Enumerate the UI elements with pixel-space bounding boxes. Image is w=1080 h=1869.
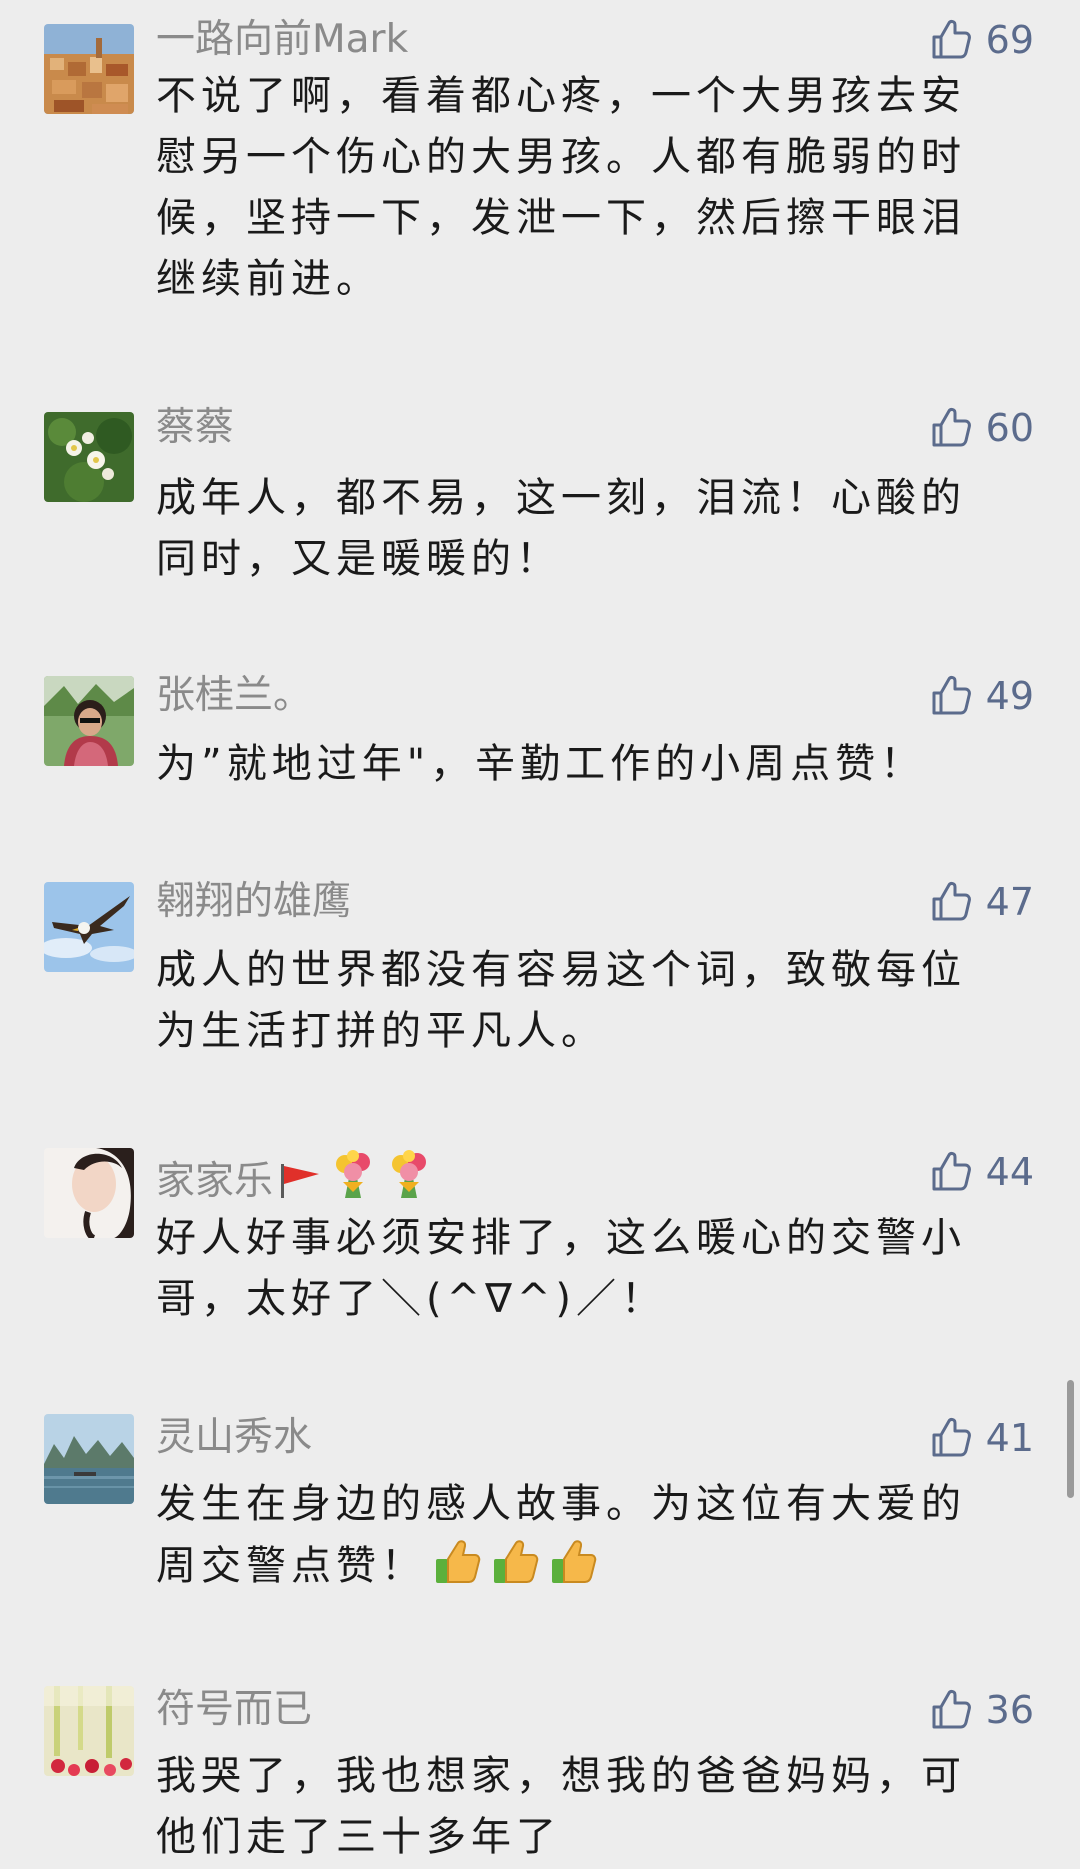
nickname[interactable]: 家家乐 bbox=[156, 1148, 435, 1212]
avatar[interactable] bbox=[44, 1148, 134, 1238]
like-count: 47 bbox=[985, 880, 1034, 924]
comment-text-line: 他们走了三十多年了 bbox=[156, 1814, 561, 1860]
comment-text-line: 发生在身边的感人故事。为这位有大爱的 bbox=[156, 1481, 966, 1527]
comment-text-line: 我哭了，我也想家，想我的爸爸妈妈，可 bbox=[156, 1753, 966, 1799]
comment-text-line: 成人的世界都没有容易这个词，致敬每位 bbox=[156, 947, 966, 993]
comment-text: 为”就地过年"，辛勤工作的小周点赞！ bbox=[156, 734, 1006, 795]
like-button[interactable]: 47 bbox=[928, 878, 1034, 926]
like-button[interactable]: 41 bbox=[928, 1414, 1034, 1462]
comment-text-line: 为生活打拼的平凡人。 bbox=[156, 1008, 606, 1054]
thumbs-up-outline-icon bbox=[932, 1689, 971, 1729]
comment-text-fragment: 周交警点赞！ bbox=[156, 1543, 426, 1589]
comment-list: 一路向前Mark 69 不说了啊，看着都心疼，一个大男孩去安 慰另一个伤心的大男… bbox=[0, 0, 1080, 1869]
comment-text-line: 成年人，都不易，这一刻，泪流！心酸的 bbox=[156, 475, 966, 521]
comment-text: 不说了啊，看着都心疼，一个大男孩去安 慰另一个伤心的大男孩。人都有脆弱的时 候，… bbox=[156, 66, 1006, 310]
avatar[interactable] bbox=[44, 882, 134, 972]
comment-text: 好人好事必须安排了，这么暖心的交警小 哥，太好了＼(^∇^)／！ bbox=[156, 1208, 1006, 1330]
nickname[interactable]: 翱翔的雄鹰 bbox=[156, 878, 351, 926]
nickname[interactable]: 蔡蔡 bbox=[156, 404, 234, 452]
thumbs-up-outline-icon bbox=[932, 675, 971, 715]
nickname[interactable]: 灵山秀水 bbox=[156, 1414, 312, 1462]
avatar[interactable] bbox=[44, 24, 134, 114]
comment-text: 发生在身边的感人故事。为这位有大爱的 周交警点赞！ bbox=[156, 1474, 1006, 1607]
like-button[interactable]: 69 bbox=[928, 16, 1034, 64]
comment-text-line: 好人好事必须安排了，这么暖心的交警小 bbox=[156, 1215, 966, 1261]
avatar[interactable] bbox=[44, 412, 134, 502]
thumbs-up-emoji-icon bbox=[430, 1535, 484, 1607]
thumbs-up-outline-icon bbox=[932, 1417, 971, 1457]
like-count: 60 bbox=[985, 406, 1034, 450]
comment-text-line: 慰另一个伤心的大男孩。人都有脆弱的时 bbox=[156, 134, 966, 180]
thumbs-up-outline-icon bbox=[932, 881, 971, 921]
scrollbar[interactable] bbox=[1067, 1380, 1074, 1498]
avatar[interactable] bbox=[44, 676, 134, 766]
like-count: 36 bbox=[985, 1688, 1034, 1732]
comment-text: 我哭了，我也想家，想我的爸爸妈妈，可 他们走了三十多年了 bbox=[156, 1746, 1006, 1868]
thumbs-up-emoji-icon bbox=[546, 1535, 600, 1607]
like-count: 44 bbox=[985, 1150, 1034, 1194]
comment-text-line: 哥，太好了＼(^∇^)／！ bbox=[156, 1276, 666, 1322]
comment-text: 成人的世界都没有容易这个词，致敬每位 为生活打拼的平凡人。 bbox=[156, 940, 1006, 1062]
like-count: 41 bbox=[985, 1416, 1034, 1460]
nickname[interactable]: 张桂兰。 bbox=[156, 672, 312, 720]
comment-text-line: 为”就地过年"，辛勤工作的小周点赞！ bbox=[156, 741, 926, 787]
like-count: 49 bbox=[985, 674, 1034, 718]
comment-text-line: 周交警点赞！ bbox=[156, 1535, 1006, 1607]
nickname-text: 家家乐 bbox=[156, 1159, 274, 1204]
comment-text-line: 候，坚持一下，发泄一下，然后擦干眼泪 bbox=[156, 195, 966, 241]
nickname[interactable]: 一路向前Mark bbox=[156, 16, 408, 64]
comment-text-line: 不说了啊，看着都心疼，一个大男孩去安 bbox=[156, 73, 966, 119]
like-button[interactable]: 49 bbox=[928, 672, 1034, 720]
nickname[interactable]: 符号而已 bbox=[156, 1686, 312, 1734]
like-button[interactable]: 44 bbox=[928, 1148, 1034, 1196]
bouquet-icon bbox=[327, 1148, 379, 1212]
red-flag-icon bbox=[277, 1160, 323, 1212]
thumbs-up-outline-icon bbox=[932, 1151, 971, 1191]
comment-text-line: 继续前进。 bbox=[156, 256, 381, 302]
bouquet-icon bbox=[383, 1148, 435, 1212]
like-count: 69 bbox=[985, 18, 1034, 62]
like-button[interactable]: 60 bbox=[928, 404, 1034, 452]
avatar[interactable] bbox=[44, 1686, 134, 1776]
avatar[interactable] bbox=[44, 1414, 134, 1504]
comment-text: 成年人，都不易，这一刻，泪流！心酸的 同时，又是暖暖的！ bbox=[156, 468, 1006, 590]
comment-text-line: 同时，又是暖暖的！ bbox=[156, 536, 561, 582]
thumbs-up-outline-icon bbox=[932, 407, 971, 447]
thumbs-up-emoji-icon bbox=[488, 1535, 542, 1607]
like-button[interactable]: 36 bbox=[928, 1686, 1034, 1734]
thumbs-up-outline-icon bbox=[932, 19, 971, 59]
